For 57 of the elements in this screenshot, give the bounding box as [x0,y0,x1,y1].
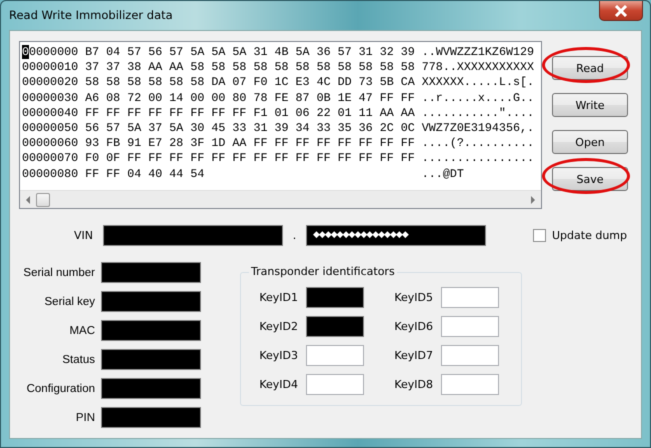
redacted-field[interactable] [306,316,364,337]
field-label: MAC [68,324,95,336]
key-label: KeyID2 [258,320,298,333]
text-cursor: 0 [22,45,30,59]
input-field[interactable] [306,374,364,395]
scroll-thumb[interactable] [36,192,50,206]
hex-dump-line: 00000060 93 FB 91 E7 28 3F 1D AA FF FF FF FF FF FF FF FF ....(?.......... [22,136,535,152]
window-title: Read Write Immobilizer data [9,7,173,22]
redacted-field[interactable] [101,262,201,283]
redacted-field[interactable] [101,291,201,312]
field-label: Configuration [26,382,95,394]
vin-field[interactable]: ◆◆◆◆◆◆◆◆◆◆◆◆◆◆◆◆ [306,224,486,246]
key-label: KeyID4 [258,378,298,391]
scroll-left-icon[interactable] [24,194,32,204]
field-label: Serial number [22,266,95,278]
input-field[interactable] [441,374,499,395]
close-button[interactable] [599,1,643,21]
hex-dump-line: 00000040 FF FF FF FF FF FF FF FF F1 01 06 22 01 11 AA AA ...........".... [22,106,535,122]
redacted-field[interactable] [103,224,283,246]
input-field[interactable] [441,316,499,337]
close-icon [614,4,628,16]
hex-dump-line: 00000080 FF FF 04 40 44 54 ...@DT [22,166,465,182]
scroll-right-icon[interactable] [529,194,537,204]
input-field[interactable] [441,345,499,366]
redacted-field[interactable] [101,407,201,428]
hex-dump-view[interactable] [19,41,542,209]
hex-dump-line: 00000010 37 37 38 AA AA 58 58 58 58 58 58 58 58 58 58 58 778..XXXXXXXXXXX [22,60,535,76]
dialog-button[interactable]: Save [552,167,628,191]
key-label: KeyID7 [393,349,433,362]
redacted-field[interactable] [101,349,201,370]
redacted-field[interactable] [101,320,201,341]
hex-dump-line: 00000050 56 57 5A 37 5A 30 45 33 31 39 34 33 35 36 2C 0C VWZ7Z0E3194356,. [22,121,535,136]
vin-label: VIN [73,228,93,242]
field-label: Serial key [44,296,95,308]
key-label: KeyID3 [258,349,298,362]
input-field[interactable] [306,345,364,366]
horizontal-scrollbar[interactable] [20,190,541,208]
key-label: KeyID8 [393,378,433,391]
update-dump-label: Update dump [552,228,627,242]
dialog-button[interactable]: Read [552,56,628,80]
group-title: Transponder identificators [249,265,397,278]
hex-dump-line: 00000000 B7 04 57 56 57 5A 5A 5A 31 4B 5A 36 57 31 32 39 ..WVWZZZ1KZ6W129 [22,45,536,60]
field-label: Status [61,354,95,366]
hex-dump-line: 00000020 58 58 58 58 58 58 DA 07 F0 1C E3 4C DD 73 5B CA XXXXXX.....L.s[. [22,75,535,91]
vin-separator: . [292,228,298,242]
key-label: KeyID5 [393,291,433,304]
hex-dump-line: 00000070 F0 0F FF FF FF FF FF FF FF FF FF FF FF FF FF FF ................ [22,151,535,167]
update-dump-checkbox[interactable] [533,228,546,242]
dialog-button[interactable]: Write [552,93,628,117]
key-label: KeyID1 [258,291,298,304]
hex-dump-line: 00000030 A6 08 72 00 14 00 00 80 78 FE 87 0B 1E 47 FF FF ..r.....x....G.. [22,90,535,106]
redacted-field[interactable] [306,287,364,308]
redacted-field[interactable] [101,378,201,399]
dialog-button[interactable]: Open [552,130,628,154]
input-field[interactable] [441,287,499,308]
key-label: KeyID6 [393,320,433,333]
field-label: PIN [74,412,95,424]
